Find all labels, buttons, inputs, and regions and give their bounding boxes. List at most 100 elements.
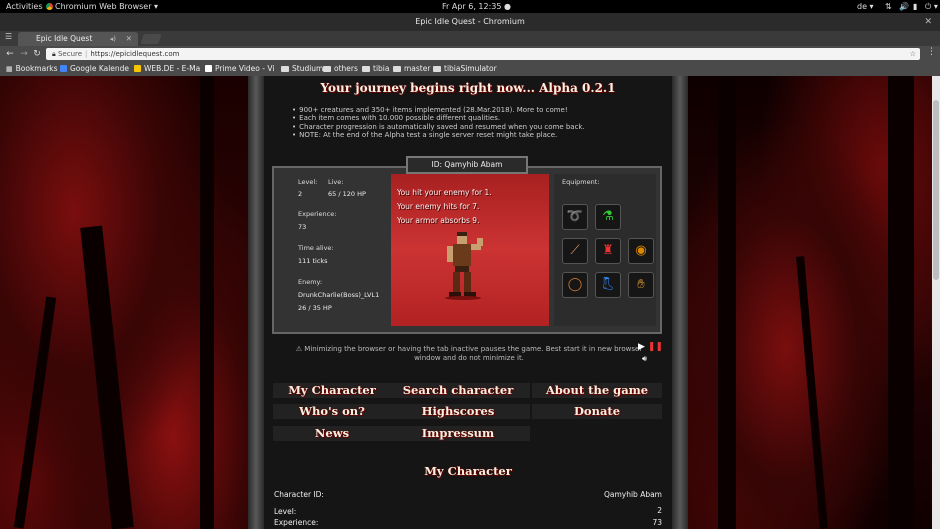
tab-close-icon[interactable]: ✕	[126, 32, 132, 46]
battle-log-line: You hit your enemy for 1.	[397, 188, 492, 197]
nav-impressum[interactable]: Impressum	[386, 426, 530, 441]
nav-donate[interactable]: Donate	[532, 404, 662, 419]
boots-slot-icon[interactable]: 👢︎	[595, 272, 621, 298]
folder-icon	[323, 65, 331, 72]
character-id-plate: ID: Qamyhib Abam	[406, 156, 528, 174]
announcement-list: 900+ creatures and 350+ items implemente…	[292, 106, 662, 139]
lock-icon: 🔒︎	[52, 50, 56, 58]
reload-icon[interactable]: ↻	[31, 47, 43, 61]
play-icon[interactable]: ▶	[638, 342, 645, 352]
bookmark-label: Prime Video - Vi	[215, 64, 275, 73]
volume-icon[interactable]: 🔊	[899, 0, 909, 13]
folder-icon	[393, 65, 401, 72]
nav-whos-on[interactable]: Who's on?	[273, 404, 391, 419]
activities-button[interactable]: Activities	[6, 0, 43, 13]
bookmark-folder-studium[interactable]: Studium	[281, 62, 323, 76]
ring-slot-icon[interactable]: ◯	[562, 272, 588, 298]
detail-value: 73	[652, 518, 662, 527]
bookmark-label: tibia	[373, 64, 390, 73]
club-weapon-icon[interactable]: ⟋	[562, 238, 588, 264]
app-menu[interactable]: Chromium Web Browser ▾	[46, 0, 158, 13]
system-top-bar: Activities Chromium Web Browser ▾ Fr Apr…	[0, 0, 940, 13]
nav-news[interactable]: News	[273, 426, 391, 441]
nav-highscores[interactable]: Highscores	[386, 404, 530, 419]
equipment-label: Equipment:	[562, 178, 600, 186]
shield-slot-icon[interactable]: ◉	[628, 238, 654, 264]
webde-icon	[134, 65, 141, 72]
apps-grid-icon: ▦	[6, 65, 13, 73]
gloves-slot-icon[interactable]: ✋︎	[628, 272, 654, 298]
nav-my-character[interactable]: My Character	[273, 383, 391, 398]
announcement-item: NOTE: At the end of the Alpha test a sin…	[292, 131, 662, 139]
potion-slot-icon[interactable]: ⚗	[595, 204, 621, 230]
amulet-slot-icon[interactable]: ➰	[562, 204, 588, 230]
bookmark-label: tibiaSimulator	[444, 64, 497, 73]
clock[interactable]: Fr Apr 6, 12:35 ●	[442, 0, 511, 13]
play-pause-controls[interactable]: ▶ ❚❚	[638, 342, 663, 352]
time-alive-label: Time alive:	[298, 244, 334, 252]
time-alive-value: 111 ticks	[298, 257, 328, 265]
nav-about-the-game[interactable]: About the game	[532, 383, 662, 398]
tab-title: Epic Idle Quest	[36, 34, 93, 43]
bookmark-folder-tibiasimulator[interactable]: tibiaSimulator	[433, 62, 497, 76]
equipment-panel: Equipment: ➰ ⚗ ⟋ ♜ ◉ ◯ 👢︎ ✋︎	[554, 174, 656, 326]
section-title: My Character	[424, 464, 512, 478]
detail-row: Character ID: Qamyhib Abam	[274, 490, 662, 499]
enemy-name: DrunkCharlie(Boss)_LVL1	[298, 291, 380, 299]
close-window-icon[interactable]: ✕	[924, 13, 932, 31]
page-scrollbar[interactable]	[932, 76, 940, 529]
game-panel: Level: Live: 2 65 / 120 HP Experience: 7…	[272, 166, 662, 334]
sound-toggle-icon[interactable]: 🔊︎	[642, 354, 647, 364]
app-menu-label: Chromium Web Browser ▾	[55, 2, 159, 11]
tab-strip: ☰ Epic Idle Quest ◂) ✕	[0, 31, 940, 46]
battle-log-line: Your armor absorbs 9.	[397, 216, 480, 225]
folder-icon	[362, 65, 370, 72]
bookmark-apps[interactable]: ▦ Bookmarks	[6, 62, 58, 76]
window-title: Epic Idle Quest - Chromium	[415, 17, 525, 26]
tab-epic-idle-quest[interactable]: Epic Idle Quest ◂) ✕	[18, 32, 138, 46]
bookmark-star-icon[interactable]: ☆	[910, 48, 916, 60]
address-bar[interactable]: 🔒︎ Secure | https://epicidlequest.com ☆	[46, 48, 920, 60]
bookmark-webde[interactable]: WEB.DE - E-Ma	[134, 62, 200, 76]
tab-menu-icon[interactable]: ☰	[5, 32, 12, 41]
bookmark-label: Bookmarks	[15, 64, 58, 73]
forward-icon[interactable]: →	[18, 47, 30, 61]
warning-line: window and do not minimize it.	[414, 353, 524, 362]
power-icon[interactable]: ⏻ ▾	[925, 0, 938, 13]
stone-pillar-left	[248, 76, 264, 529]
live-label: Live:	[328, 178, 344, 186]
minimize-warning: ⚠ Minimizing the browser or having the t…	[284, 345, 654, 362]
folder-icon	[281, 65, 289, 72]
bookmark-google-kalender[interactable]: Google Kalende	[60, 62, 129, 76]
web-page: Your journey begins right now... Alpha 0…	[0, 76, 940, 529]
detail-value: Qamyhib Abam	[603, 490, 662, 499]
back-icon[interactable]: ←	[4, 47, 16, 61]
browser-menu-icon[interactable]: ⋮	[927, 47, 936, 57]
audio-icon[interactable]: ◂)	[110, 32, 116, 46]
network-icon[interactable]: ⇅	[885, 0, 892, 13]
main-content: Your journey begins right now... Alpha 0…	[264, 76, 672, 529]
level-value: 2	[298, 190, 303, 198]
enemy-hp: 26 / 35 HP	[298, 304, 332, 312]
battle-log-line: Your enemy hits for 7.	[397, 202, 480, 211]
experience-label: Experience:	[298, 210, 337, 218]
bookmarks-bar: ▦ Bookmarks Google Kalende WEB.DE - E-Ma …	[0, 62, 940, 76]
new-tab-button[interactable]	[140, 34, 162, 44]
language-indicator[interactable]: de ▾	[857, 0, 874, 13]
bookmark-folder-master[interactable]: master	[393, 62, 430, 76]
bookmark-folder-others[interactable]: others	[323, 62, 358, 76]
armor-slot-icon[interactable]: ♜	[595, 238, 621, 264]
pause-icon[interactable]: ❚❚	[648, 342, 663, 352]
folder-icon	[433, 65, 441, 72]
character-stats: Level: Live: 2 65 / 120 HP Experience: 7…	[286, 178, 390, 328]
battery-icon[interactable]: ▮	[913, 0, 917, 13]
page-headline: Your journey begins right now... Alpha 0…	[320, 81, 616, 95]
browser-toolbar: ← → ↻ 🔒︎ Secure | https://epicidlequest.co…	[0, 46, 940, 62]
bookmark-folder-tibia[interactable]: tibia	[362, 62, 389, 76]
nav-search-character[interactable]: Search character	[386, 383, 530, 398]
bookmark-prime-video[interactable]: Prime Video - Vi	[205, 62, 274, 76]
bookmark-label: master	[404, 64, 431, 73]
detail-row: Experience: 73	[274, 518, 662, 527]
live-value: 65 / 120 HP	[328, 190, 366, 198]
scrollbar-thumb[interactable]	[933, 100, 939, 280]
